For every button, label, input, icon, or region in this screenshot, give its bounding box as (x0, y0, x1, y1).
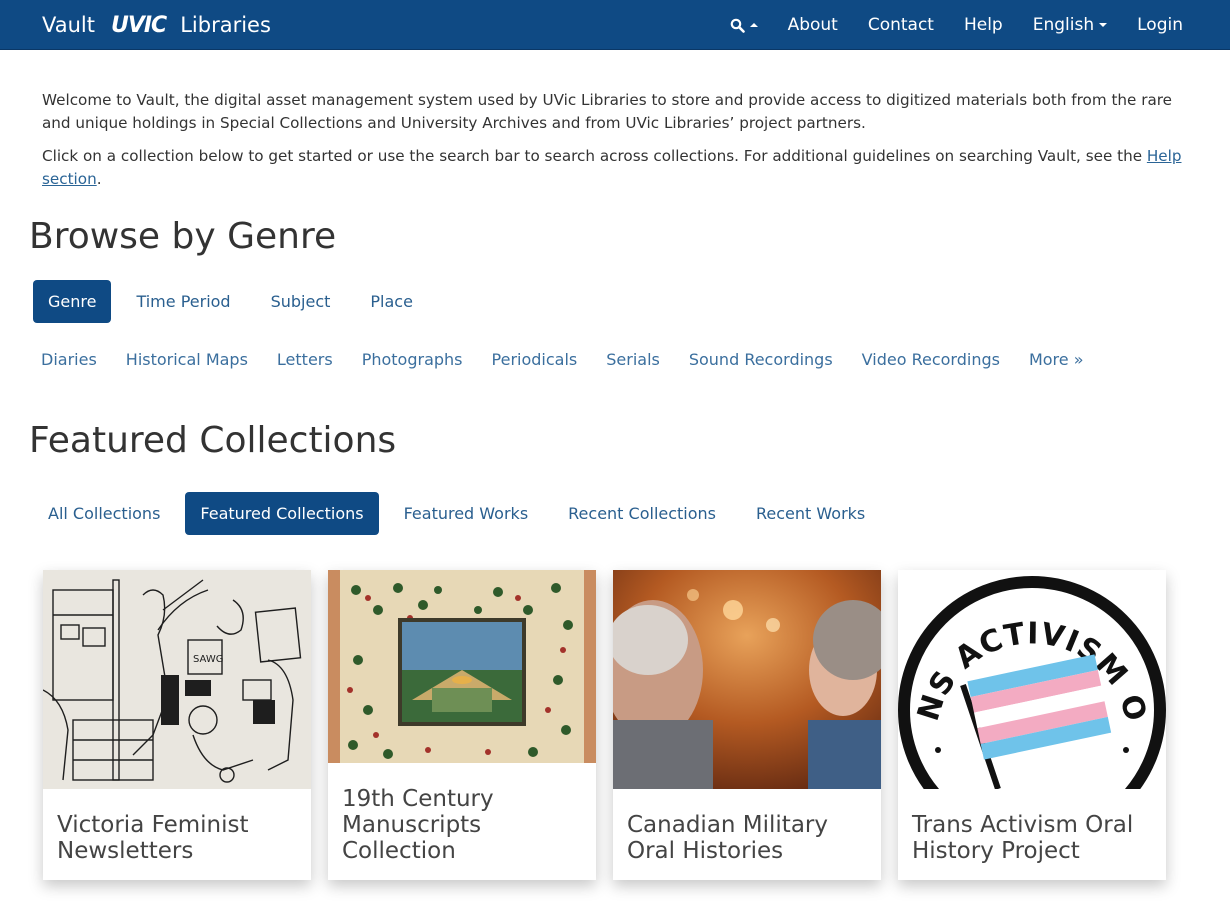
genre-link-historical-maps[interactable]: Historical Maps (126, 350, 248, 369)
tab-subject[interactable]: Subject (256, 280, 346, 323)
nav-help-link[interactable]: Help (964, 15, 1003, 35)
collection-card-victoria-feminist[interactable]: SAWG Victoria Feminist Newsletters (43, 570, 311, 880)
genre-link-diaries[interactable]: Diaries (41, 350, 97, 369)
oral-history-photo-image (613, 570, 881, 789)
collection-thumbnail (613, 570, 881, 789)
caret-down-icon (1099, 23, 1108, 27)
collection-thumbnail (328, 570, 596, 763)
top-navbar: Vault UVIC Libraries About Contact Help … (0, 0, 1230, 50)
collection-cards: SAWG Victoria Feminist Newsletters 19th … (43, 570, 1183, 880)
card-title: Trans Activism Oral History Project (912, 812, 1134, 864)
browse-tabs: Genre Time Period Subject Place (33, 280, 438, 323)
nav-contact-link[interactable]: Contact (868, 15, 934, 35)
uvic-logo: UVIC (110, 12, 167, 38)
tab-place[interactable]: Place (355, 280, 428, 323)
intro-paragraph-1: Welcome to Vault, the digital asset mana… (42, 91, 1173, 132)
brand-logo-link[interactable]: Vault UVIC Libraries (42, 12, 271, 38)
nav-about-link[interactable]: About (788, 15, 838, 35)
card-title: Victoria Feminist Newsletters (57, 812, 249, 864)
tab-recent-collections[interactable]: Recent Collections (553, 492, 731, 535)
nav-login-link[interactable]: Login (1137, 15, 1183, 35)
genre-link-serials[interactable]: Serials (606, 350, 660, 369)
intro-paragraph-2-suffix: . (96, 170, 102, 188)
search-toggle[interactable] (730, 18, 758, 33)
genre-link-photographs[interactable]: Photographs (362, 350, 463, 369)
brand-libraries-label: Libraries (180, 13, 271, 37)
sketch-illustration-image: SAWG (43, 570, 311, 789)
browse-title: Browse by Genre (29, 216, 337, 257)
search-icon (730, 18, 745, 33)
language-label: English (1032, 15, 1095, 35)
genre-link-letters[interactable]: Letters (277, 350, 333, 369)
tab-time-period[interactable]: Time Period (121, 280, 245, 323)
card-title: 19th Century Manuscripts Collection (342, 786, 494, 864)
svg-text:SAWG: SAWG (193, 654, 223, 665)
tab-recent-works[interactable]: Recent Works (741, 492, 880, 535)
collection-card-19th-century[interactable]: 19th Century Manuscripts Collection (328, 570, 596, 880)
tab-genre[interactable]: Genre (33, 280, 112, 323)
card-title: Canadian Military Oral Histories (627, 812, 828, 864)
genre-link-sound-recordings[interactable]: Sound Recordings (689, 350, 833, 369)
intro-paragraph-2: Click on a collection below to get start… (42, 145, 1192, 191)
featured-title: Featured Collections (29, 420, 397, 461)
collection-card-canadian-military[interactable]: Canadian Military Oral Histories (613, 570, 881, 880)
caret-up-icon (749, 23, 758, 27)
manuscript-illustration-image (328, 570, 596, 763)
tab-featured-works[interactable]: Featured Works (389, 492, 544, 535)
genre-link-list: Diaries Historical Maps Letters Photogra… (41, 350, 1113, 369)
genre-link-periodicals[interactable]: Periodicals (492, 350, 578, 369)
genre-link-video-recordings[interactable]: Video Recordings (862, 350, 1000, 369)
collection-card-trans-activism[interactable]: TRANS ACTIVISM ORAL Trans Activism Oral … (898, 570, 1166, 880)
tab-featured-collections[interactable]: Featured Collections (185, 492, 379, 535)
intro-paragraph-2-text: Click on a collection below to get start… (42, 147, 1147, 165)
tab-all-collections[interactable]: All Collections (33, 492, 175, 535)
trans-flag-logo-image: TRANS ACTIVISM ORAL (898, 570, 1166, 789)
collection-thumbnail: SAWG (43, 570, 311, 789)
navbar-menu: About Contact Help English Login (730, 0, 1183, 50)
collection-thumbnail: TRANS ACTIVISM ORAL (898, 570, 1166, 789)
featured-tabs: All Collections Featured Collections Fea… (33, 492, 890, 535)
language-dropdown[interactable]: English (1032, 15, 1108, 35)
genre-link-more[interactable]: More » (1029, 350, 1084, 369)
brand-vault-label: Vault (42, 13, 95, 37)
intro-text: Welcome to Vault, the digital asset mana… (42, 89, 1192, 201)
